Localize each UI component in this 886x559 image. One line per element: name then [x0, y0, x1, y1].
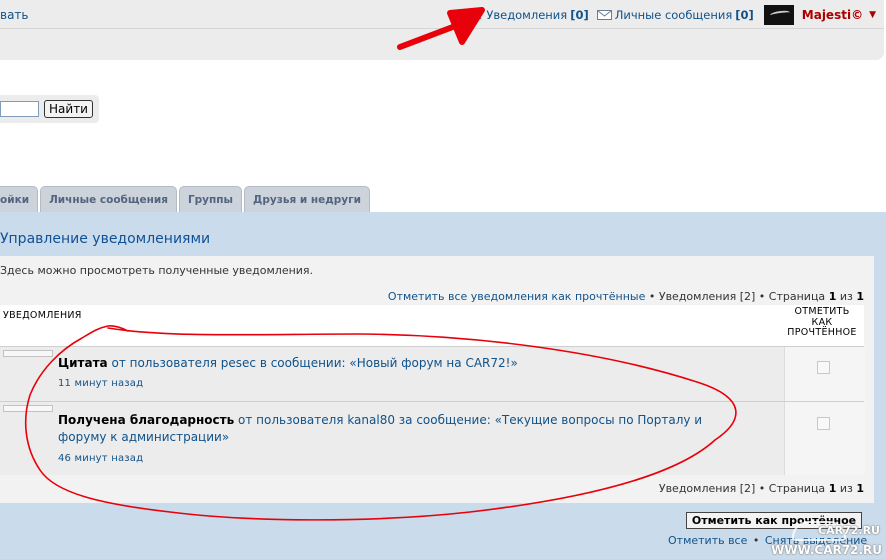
messages-count: [0]: [735, 8, 754, 22]
private-messages-link[interactable]: Личные сообщения [0]: [596, 8, 754, 22]
page-total: 1: [856, 482, 864, 495]
avatar[interactable]: [763, 5, 794, 25]
navbar-left-link[interactable]: вать: [0, 8, 29, 22]
column-header-mark-read: ОТМЕТИТЬ КАК ПРОЧТЁННОЕ: [784, 306, 860, 339]
row-avatar-cell: [0, 402, 56, 475]
notification-type: Цитата: [58, 356, 108, 370]
separator: •: [648, 290, 656, 303]
notification-details: от пользователя pesec в сообщении: «Новы…: [107, 356, 518, 370]
panel-title: Управление уведомлениями: [0, 231, 211, 247]
watermark-line1: CAR72.RU: [818, 524, 880, 537]
page-current: 1: [828, 482, 837, 495]
notification-text[interactable]: Получена благодарность от пользователя k…: [58, 412, 738, 446]
row-avatar-placeholder: [3, 350, 53, 357]
search-input[interactable]: [0, 101, 39, 117]
watermark-line2: WWW.CAR72.RU: [771, 543, 882, 557]
row-avatar-placeholder: [3, 405, 53, 412]
notification-time: 46 минут назад: [58, 453, 144, 464]
pagination-top: Отметить все уведомления как прочтённые …: [388, 290, 864, 303]
page-of: из: [839, 290, 853, 303]
panel-intro: Здесь можно просмотреть полученные уведо…: [0, 264, 314, 277]
mark-read-checkbox[interactable]: [817, 361, 830, 374]
search-button[interactable]: Найти: [44, 100, 93, 118]
table-row: Получена благодарность от пользователя k…: [0, 401, 865, 475]
messages-label: Личные сообщения: [614, 8, 733, 22]
mark-read-checkbox[interactable]: [817, 417, 830, 430]
column-header-mark-line: ПРОЧТЁННОЕ: [787, 327, 857, 338]
notifications-label: Уведомления: [486, 8, 568, 22]
page-label: Страница: [768, 482, 826, 495]
page-of: из: [839, 482, 853, 495]
envelope-icon: [596, 10, 612, 20]
ucp-tabs: ойки Личные сообщения Группы Друзья и не…: [0, 186, 370, 212]
navbar-divider: [0, 28, 884, 29]
notifications-total: Уведомления [2]: [658, 290, 756, 303]
tab-groups[interactable]: Группы: [178, 186, 243, 212]
notification-text[interactable]: Цитата от пользователя pesec в сообщении…: [58, 355, 738, 372]
separator: •: [758, 290, 766, 303]
notifications-total: Уведомления [2]: [658, 482, 756, 495]
notifications-link[interactable]: Уведомления [0]: [469, 8, 589, 22]
navbar-user-links: Уведомления [0] Личные сообщения [0] Maj…: [469, 4, 876, 26]
notification-time: 11 минут назад: [58, 378, 144, 389]
page-label: Страница: [768, 290, 826, 303]
top-navbar: вать Уведомления [0] Личные сообщения [0…: [0, 0, 884, 60]
page-total: 1: [856, 290, 864, 303]
row-check-cell: [784, 347, 865, 401]
column-header-notifications: УВЕДОМЛЕНИЯ: [3, 310, 82, 321]
select-all-link[interactable]: Отметить все: [668, 534, 747, 547]
row-check-cell: [784, 402, 865, 475]
page-current: 1: [828, 290, 837, 303]
table-row: Цитата от пользователя pesec в сообщении…: [0, 346, 865, 401]
notifications-count: [0]: [570, 8, 589, 22]
mark-all-read-link[interactable]: Отметить все уведомления как прочтённые: [388, 290, 645, 303]
tab-settings[interactable]: ойки: [0, 186, 39, 212]
username-link[interactable]: Majesti©: [802, 8, 863, 22]
bell-icon: [470, 8, 483, 21]
chevron-down-icon[interactable]: ▼: [869, 10, 876, 20]
separator: •: [752, 534, 760, 547]
column-header-mark-line: ОТМЕТИТЬ: [794, 306, 850, 317]
tab-private-messages[interactable]: Личные сообщения: [40, 186, 177, 212]
row-avatar-cell: [0, 347, 56, 401]
tab-friends-foes[interactable]: Друзья и недруги: [244, 186, 370, 212]
notification-type: Получена благодарность: [58, 413, 235, 427]
separator: •: [758, 482, 766, 495]
watermark: CAR72.RU WWW.CAR72.RU: [770, 519, 886, 559]
pagination-bottom: Уведомления [2] • Страница 1 из 1: [659, 482, 864, 495]
